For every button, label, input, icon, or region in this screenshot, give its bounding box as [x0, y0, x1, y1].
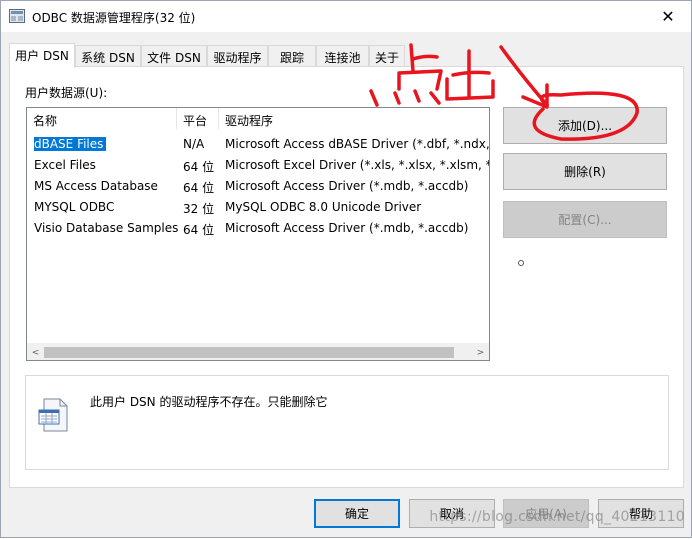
column-header-name[interactable]: 名称	[27, 108, 177, 129]
list-item-driver: MySQL ODBC 8.0 Unicode Driver	[225, 200, 422, 214]
list-item-name: MYSQL ODBC	[34, 200, 115, 214]
title-bar[interactable]: ODBC 数据源管理程序(32 位) ✕	[1, 1, 691, 32]
tab-file-dsn[interactable]: 文件 DSN	[141, 45, 207, 67]
list-item-platform: N/A	[183, 137, 205, 151]
list-item-driver: Microsoft Excel Driver (*.xls, *.xlsx, *…	[225, 158, 489, 172]
driver-missing-message: 此用户 DSN 的驱动程序不存在。只能删除它	[90, 395, 328, 409]
list-item-driver: Microsoft Access Driver (*.mdb, *.accdb)	[225, 179, 469, 193]
window-title: ODBC 数据源管理程序(32 位)	[32, 11, 196, 25]
list-item-driver: Microsoft Access Driver (*.mdb, *.accdb)	[225, 221, 469, 235]
odbc-app-icon	[9, 9, 25, 23]
column-header-platform[interactable]: 平台	[177, 108, 219, 129]
database-document-icon	[38, 398, 68, 432]
tab-user-dsn[interactable]: 用户 DSN	[9, 43, 75, 68]
list-item-name: dBASE Files	[34, 137, 107, 151]
list-item-platform: 64 位	[183, 160, 215, 174]
tab-tracing[interactable]: 跟踪	[268, 45, 316, 67]
odbc-dialog-window: ODBC 数据源管理程序(32 位) ✕ 用户 DSN 系统 DSN 文件 DS…	[0, 0, 692, 538]
list-item-name: Visio Database Samples	[34, 221, 179, 235]
user-data-sources-label: 用户数据源(U):	[25, 86, 108, 100]
driver-message-box: 此用户 DSN 的驱动程序不存在。只能删除它	[25, 375, 669, 470]
list-header: 名称 平台 驱动程序	[27, 108, 489, 129]
csdn-watermark: https://blog.csdn.net/qq_40213110	[429, 509, 685, 525]
tab-about[interactable]: 关于	[369, 45, 405, 67]
scrollbar-thumb[interactable]	[44, 347, 454, 358]
list-item-name: MS Access Database	[34, 179, 158, 193]
data-source-list[interactable]: 名称 平台 驱动程序 dBASE Files N/A Microsoft Acc…	[26, 107, 490, 361]
stray-dot-mark	[518, 260, 524, 266]
scroll-right-arrow-icon[interactable]: >	[472, 344, 489, 360]
horizontal-scrollbar[interactable]: < >	[27, 343, 489, 360]
user-dsn-panel: 用户数据源(U): 名称 平台 驱动程序 dBASE Files N/A Mic…	[9, 66, 684, 488]
list-item-driver: Microsoft Access dBASE Driver (*.dbf, *.…	[225, 137, 489, 151]
close-button[interactable]: ✕	[645, 1, 691, 32]
configure-button[interactable]: 配置(C)...	[503, 201, 667, 238]
list-item-platform: 32 位	[183, 202, 215, 216]
list-item-name: Excel Files	[34, 158, 96, 172]
remove-button[interactable]: 删除(R)	[503, 153, 667, 190]
tab-drivers[interactable]: 驱动程序	[207, 45, 268, 67]
tab-connection-pooling[interactable]: 连接池	[316, 45, 369, 67]
add-button[interactable]: 添加(D)...	[503, 107, 667, 144]
scroll-left-arrow-icon[interactable]: <	[27, 344, 44, 360]
close-icon: ✕	[661, 7, 675, 26]
tab-system-dsn[interactable]: 系统 DSN	[75, 45, 141, 67]
list-item-platform: 64 位	[183, 223, 215, 237]
list-item[interactable]: Excel Files 64 位 Microsoft Excel Driver …	[27, 155, 489, 176]
list-item[interactable]: dBASE Files N/A Microsoft Access dBASE D…	[27, 134, 489, 155]
list-item[interactable]: MYSQL ODBC 32 位 MySQL ODBC 8.0 Unicode D…	[27, 197, 489, 218]
list-item[interactable]: MS Access Database 64 位 Microsoft Access…	[27, 176, 489, 197]
list-item[interactable]: Visio Database Samples 64 位 Microsoft Ac…	[27, 218, 489, 239]
column-header-driver[interactable]: 驱动程序	[219, 108, 489, 129]
list-item-platform: 64 位	[183, 181, 215, 195]
ok-button[interactable]: 确定	[314, 499, 400, 528]
